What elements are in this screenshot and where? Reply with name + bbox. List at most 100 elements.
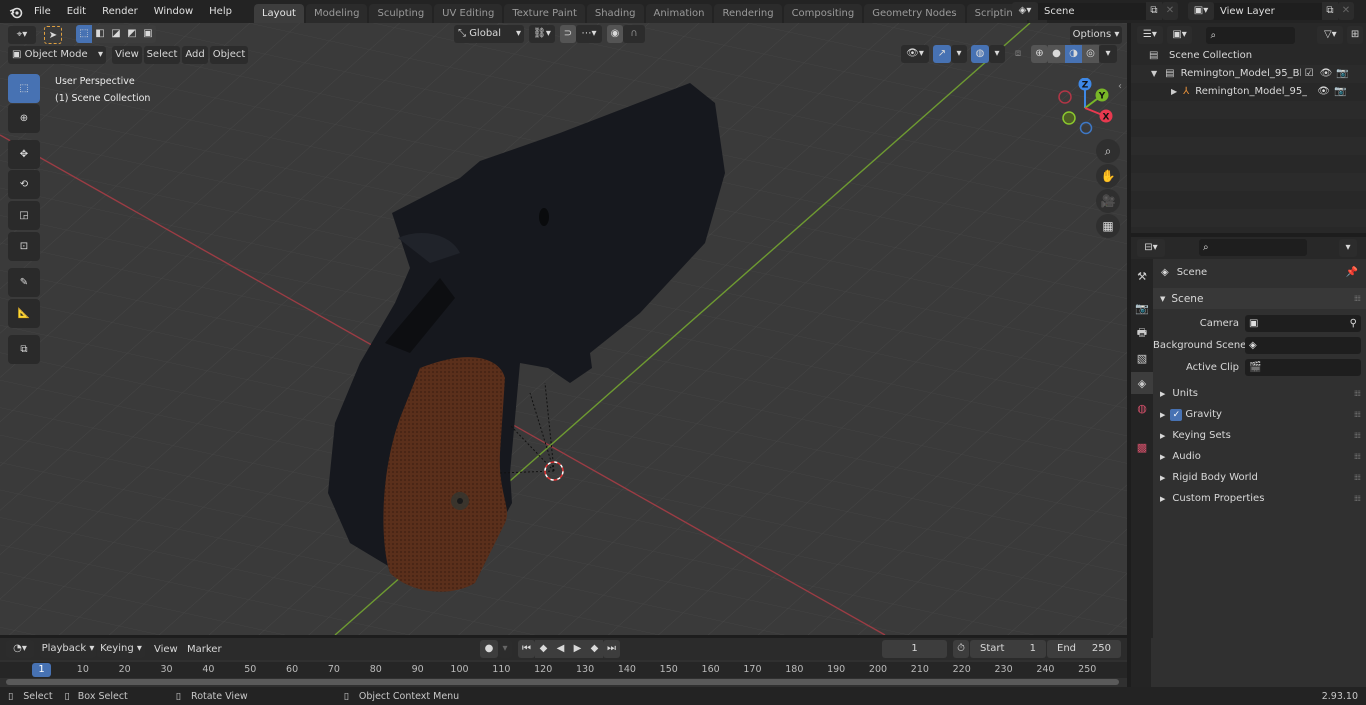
tool-move[interactable]: ✥ — [8, 140, 40, 169]
pan-view-button[interactable]: ✋ — [1096, 164, 1120, 188]
timeline-editor-type-icon[interactable]: ◔▾ — [6, 640, 34, 658]
gizmo-toggle-icon[interactable]: ↗ — [933, 45, 951, 63]
3d-viewport[interactable]: ⌖▾ ➤ ⬚ ◧ ◪ ◩ ▣ ⤡ Global ▾ ⛓▾ ⊃ ⋯▾ ◉ ∩ Opt… — [0, 23, 1127, 635]
tool-transform[interactable]: ⊡ — [8, 232, 40, 261]
viewport-menu-object[interactable]: Object — [210, 46, 248, 64]
tool-rotate[interactable]: ⟲ — [8, 170, 40, 199]
scene-browse-icon[interactable]: ◈▾ — [1012, 2, 1038, 20]
properties-options-icon[interactable]: ▾ — [1339, 239, 1357, 257]
tab-uv-editing[interactable]: UV Editing — [434, 4, 503, 23]
eye-icon[interactable]: 👁 — [1317, 86, 1330, 97]
eye-icon[interactable]: 👁 — [1320, 68, 1333, 79]
active-clip-field[interactable]: 🎬 — [1245, 359, 1361, 376]
tool-measure[interactable]: 📐 — [8, 299, 40, 328]
record-options-icon[interactable]: ▾ — [498, 640, 512, 658]
tab-shading[interactable]: Shading — [586, 4, 644, 23]
overlay-toggle-icon[interactable]: ◍ — [971, 45, 989, 63]
tab-sculpting[interactable]: Sculpting — [369, 4, 433, 23]
gizmo-dropdown-icon[interactable]: ▾ — [951, 45, 967, 63]
outliner-scene-collection[interactable]: ▤ Scene Collection — [1149, 46, 1252, 64]
outliner-search-input[interactable]: ⌕ — [1206, 26, 1296, 44]
current-frame-field[interactable]: 1 — [882, 640, 947, 658]
perspective-toggle-button[interactable]: ▦ — [1096, 214, 1120, 238]
menu-window[interactable]: Window — [146, 0, 201, 23]
snap-toggle-icon[interactable]: ⊃ — [560, 25, 576, 43]
tab-layout[interactable]: Layout — [253, 4, 304, 23]
expand-right-icon[interactable]: ▶ — [1171, 87, 1177, 96]
viewport-menu-view[interactable]: View — [112, 46, 142, 64]
jump-end-icon[interactable]: ⏭ — [603, 640, 620, 658]
panel-audio[interactable]: ▶ Audio ⁞⁞⁞⁞ — [1153, 446, 1366, 467]
outliner-row-collection[interactable]: ▼ ▤ Remington_Model_95_Black_ ☑ 👁 📷 — [1151, 64, 1363, 82]
tool-scale[interactable]: ◲ — [8, 201, 40, 230]
keying-menu[interactable]: Keying ▾ — [97, 640, 145, 658]
select-intersect-icon[interactable]: ▣ — [140, 25, 156, 43]
prev-keyframe-icon[interactable]: ◆ — [535, 640, 552, 658]
tab-compositing[interactable]: Compositing — [783, 4, 863, 23]
mode-dropdown[interactable]: ▣ Object Mode ▾ — [8, 46, 106, 64]
timeline-menu-marker[interactable]: Marker — [187, 644, 222, 655]
shading-dropdown-icon[interactable]: ▾ — [1099, 45, 1117, 63]
tool-select-box[interactable]: ⬚ — [8, 74, 40, 103]
tab-scene-icon[interactable]: ◈ — [1131, 372, 1153, 394]
select-invert-icon[interactable]: ◩ — [124, 25, 140, 43]
record-icon[interactable]: ● — [480, 640, 498, 658]
properties-search-input[interactable]: ⌕ — [1199, 239, 1307, 256]
tab-render-icon[interactable]: 📷 — [1131, 297, 1153, 319]
panel-rigid-body-world[interactable]: ▶ Rigid Body World ⁞⁞⁞⁞ — [1153, 467, 1366, 488]
select-subtract-icon[interactable]: ◪ — [108, 25, 124, 43]
tweak-tool-icon[interactable]: ➤ — [44, 26, 62, 44]
options-dropdown[interactable]: Options ▾ — [1070, 26, 1122, 44]
pivot-point-icon[interactable]: ⛓▾ — [529, 25, 555, 43]
falloff-icon[interactable]: ∩ — [623, 25, 645, 43]
panel-custom-properties[interactable]: ▶ Custom Properties ⁞⁞⁞⁞ — [1153, 488, 1366, 509]
start-frame-field[interactable]: Start 1 — [970, 640, 1046, 658]
end-frame-field[interactable]: End 250 — [1047, 640, 1121, 658]
view-layer-name-field[interactable]: View Layer — [1214, 2, 1322, 20]
display-mode-icon[interactable]: ▣▾ — [1166, 26, 1193, 44]
menu-help[interactable]: Help — [201, 0, 240, 23]
play-icon[interactable]: ▶ — [569, 640, 586, 658]
scene-close-icon[interactable]: ✕ — [1162, 2, 1178, 20]
filter-icon[interactable]: ▽▾ — [1317, 26, 1344, 44]
rendered-shading-icon[interactable]: ◎ — [1082, 45, 1099, 63]
viewport-menu-select[interactable]: Select — [144, 46, 180, 64]
next-keyframe-icon[interactable]: ◆ — [586, 640, 603, 658]
outliner-editor-type-icon[interactable]: ☰▾ — [1137, 26, 1163, 44]
viewport-menu-add[interactable]: Add — [182, 46, 208, 64]
view-layer-browse-icon[interactable]: ▣▾ — [1188, 2, 1214, 20]
panel-gravity[interactable]: ▶ ✓ Gravity ⁞⁞⁞⁞ — [1153, 404, 1366, 425]
new-collection-icon[interactable]: ⊞ — [1347, 26, 1364, 44]
sidebar-toggle-icon[interactable]: ‹ — [1118, 81, 1122, 92]
tab-world-icon[interactable]: ◍ — [1131, 397, 1153, 419]
scene-panel-header[interactable]: ▼ Scene ⁞⁞⁞⁞ — [1153, 288, 1366, 309]
properties-editor-type-icon[interactable]: ⊟▾ — [1137, 239, 1165, 257]
gravity-checkbox[interactable]: ✓ — [1170, 408, 1183, 421]
camera-field[interactable]: ▣ ⚲ — [1245, 315, 1361, 332]
transform-orientation-dropdown[interactable]: ⤡ Global ▾ — [454, 25, 524, 43]
drag-grip-icon[interactable]: ⁞⁞⁞⁞ — [1354, 294, 1361, 303]
xray-toggle-icon[interactable]: ⧈ — [1009, 45, 1027, 63]
menu-file[interactable]: File — [26, 0, 59, 23]
tab-output-icon[interactable]: 🖶 — [1131, 322, 1153, 344]
playback-menu[interactable]: Playback ▾ — [40, 640, 96, 658]
navigation-gizmo[interactable]: Z Y X — [1055, 78, 1119, 138]
playhead[interactable]: 1 — [32, 663, 51, 677]
tab-animation[interactable]: Animation — [645, 4, 713, 23]
background-scene-field[interactable]: ◈ — [1245, 337, 1361, 354]
proportional-edit-icon[interactable]: ◉ — [607, 25, 623, 43]
menu-render[interactable]: Render — [94, 0, 146, 23]
scene-copy-icon[interactable]: ⧉ — [1146, 2, 1162, 20]
timeline-scrollbar[interactable] — [6, 679, 1119, 685]
render-camera-icon[interactable]: 📷 — [1336, 68, 1348, 79]
outliner-row-object[interactable]: ▶ ⅄ Remington_Model_95_Bl 👁 📷 — [1171, 82, 1363, 100]
pin-icon[interactable]: 📌 — [1346, 267, 1358, 278]
tool-annotate[interactable]: ✎ — [8, 268, 40, 297]
snap-target-icon[interactable]: ⋯▾ — [576, 25, 602, 43]
tool-cursor[interactable]: ⊕ — [8, 104, 40, 133]
tab-texture-paint[interactable]: Texture Paint — [504, 4, 585, 23]
tab-rendering[interactable]: Rendering — [714, 4, 782, 23]
solid-shading-icon[interactable]: ● — [1048, 45, 1065, 63]
tool-add-cube[interactable]: ⧉ — [8, 335, 40, 364]
overlay-dropdown-icon[interactable]: ▾ — [989, 45, 1005, 63]
